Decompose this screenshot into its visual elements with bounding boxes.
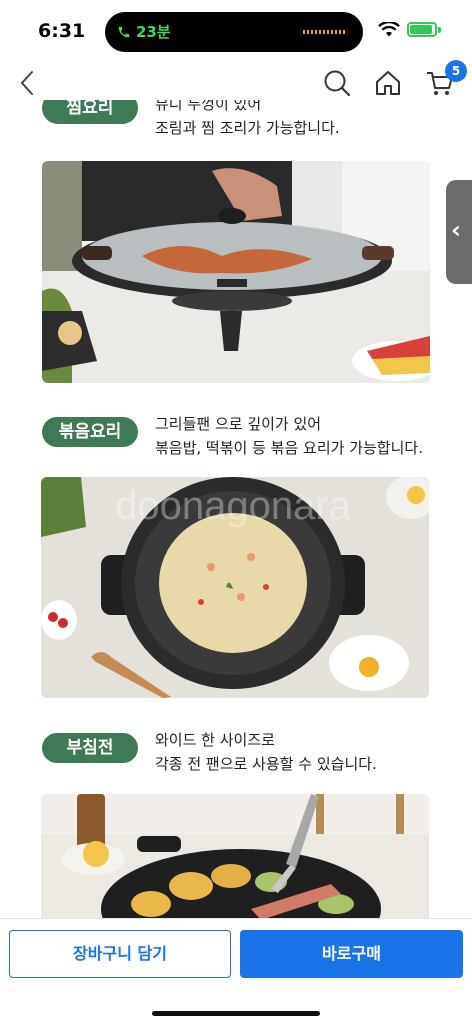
section-label: 찜요리 [42,100,138,124]
desc-line-1: 그리들팬 으로 깊이가 있어 [155,415,322,433]
section-label: 부침전 [42,733,138,763]
call-timer: 23분 [136,23,171,41]
add-to-cart-button[interactable]: 장바구니 담기 [9,930,231,978]
home-indicator[interactable] [152,1011,320,1016]
status-bar: 6:31 23분 [0,0,472,60]
call-indicator: 23분 [117,21,171,42]
watermark-text: doonagonara [115,484,352,528]
section-label: 볶음요리 [42,417,138,447]
photo-stir-fry-cooking: doonagonara [41,477,429,698]
buy-now-button[interactable]: 바로구매 [240,930,463,978]
desc-line-2: 각종 전 팬으로 사용할 수 있습니다. [155,755,377,773]
bottom-action-bar: 장바구니 담기 바로구매 [0,918,472,1024]
dynamic-island[interactable]: 23분 [105,12,363,52]
back-icon[interactable] [14,68,42,98]
battery-icon [407,22,437,37]
desc-line-1: 뮤디 두껑이 있어 [155,100,262,113]
desc-line-2: 볶음밥, 떡볶이 등 볶음 요리가 가능합니다. [155,439,423,457]
product-detail-content[interactable]: 찜요리 뮤디 두껑이 있어 조림과 찜 조리가 가능합니다. 볶음요리 그리들팬… [0,100,472,920]
side-panel-handle[interactable]: ‹ [446,180,472,284]
search-icon[interactable] [322,68,352,98]
phone-icon [118,26,130,37]
photo-pancake-cooking [41,794,429,920]
status-time: 6:31 [38,20,86,42]
wifi-icon [378,22,400,37]
chevron-left-icon: ‹ [451,216,461,244]
cart-count-badge[interactable]: 5 [445,60,467,82]
section-description: 와이드 한 사이즈로 각종 전 팬으로 사용할 수 있습니다. [155,728,455,776]
home-icon[interactable] [373,68,403,98]
desc-line-2: 조림과 찜 조리가 가능합니다. [155,119,340,137]
section-description: 뮤디 두껑이 있어 조림과 찜 조리가 가능합니다. [155,100,455,140]
audio-wave-icon [303,30,345,34]
photo-steam-cooking [42,161,430,383]
battery-cap [438,27,441,33]
desc-line-1: 와이드 한 사이즈로 [155,731,275,749]
section-description: 그리들팬 으로 깊이가 있어 볶음밥, 떡볶이 등 볶음 요리가 가능합니다. [155,412,455,460]
